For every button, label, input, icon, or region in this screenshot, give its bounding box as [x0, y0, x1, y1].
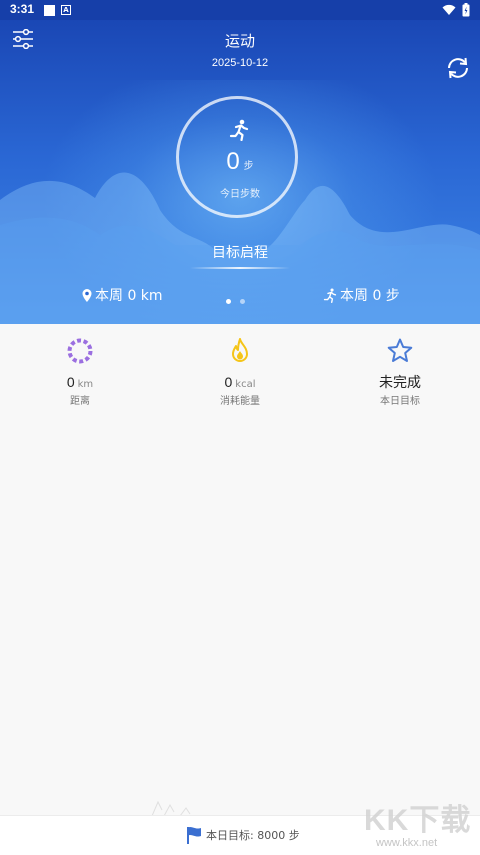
goal-status-value: 未完成 — [379, 374, 421, 390]
week-distance-text: 本周 0 km — [95, 288, 163, 304]
distance-unit: km — [77, 379, 94, 390]
runner-icon — [229, 119, 249, 141]
week-steps-text: 本周 0 步 — [340, 288, 400, 304]
date-label: 2025-10-12 — [211, 57, 269, 69]
daily-goal-footer[interactable]: 本日目标: 8000 步 — [186, 826, 300, 844]
page-dot-1[interactable] — [226, 299, 231, 304]
daily-goal-text: 本日目标: 8000 步 — [206, 829, 300, 842]
energy-value: 0 — [224, 374, 233, 390]
steps-count: 0步 — [0, 148, 480, 176]
star-icon — [387, 338, 413, 362]
week-distance: 本周 0 km — [82, 285, 163, 305]
page-title: 运动 — [224, 32, 255, 50]
steps-value: 0 — [226, 148, 240, 175]
sync-icon[interactable] — [445, 56, 471, 80]
notification-app-icon: A — [61, 5, 71, 15]
energy-label: 消耗能量 — [220, 396, 260, 407]
watermark-url: www.kkx.net — [376, 837, 438, 849]
steps-unit: 步 — [243, 161, 254, 172]
status-time: 3:31 — [10, 2, 35, 16]
goal-status-label: 本日目标 — [380, 396, 420, 407]
watermark-brand: KK下载 — [364, 804, 472, 837]
flame-icon — [232, 338, 248, 362]
distance-ring-icon — [67, 338, 93, 364]
steps-label: 今日步数 — [220, 189, 260, 200]
status-bar: 3:31 A — [0, 0, 480, 20]
runner-small-icon — [323, 287, 337, 303]
location-pin-icon — [82, 288, 92, 302]
mountain-decoration — [151, 800, 191, 816]
page-indicator[interactable] — [226, 299, 245, 304]
week-steps: 本周 0 步 — [322, 285, 400, 305]
goal-underline — [190, 267, 290, 269]
notification-square-icon — [44, 5, 55, 16]
status-icons — [442, 3, 470, 17]
battery-icon — [462, 3, 470, 17]
distance-value: 0 — [66, 374, 75, 390]
step-header-panel: 运动 2025-10-12 0步 今日步数 目标启程 本周 0 km 本周 0 … — [0, 20, 480, 324]
stats-row: 0 km 距离 0 kcal 消耗能量 未完成 本日目标 — [0, 324, 480, 414]
distance-label: 距离 — [70, 396, 90, 407]
energy-unit: kcal — [235, 379, 256, 390]
page-dot-2[interactable] — [240, 299, 245, 304]
wifi-icon — [442, 4, 456, 15]
goal-start-label: 目标启程 — [212, 245, 268, 261]
flag-icon — [187, 826, 201, 844]
watermark: KK下载 www.kkx.net — [364, 795, 480, 855]
